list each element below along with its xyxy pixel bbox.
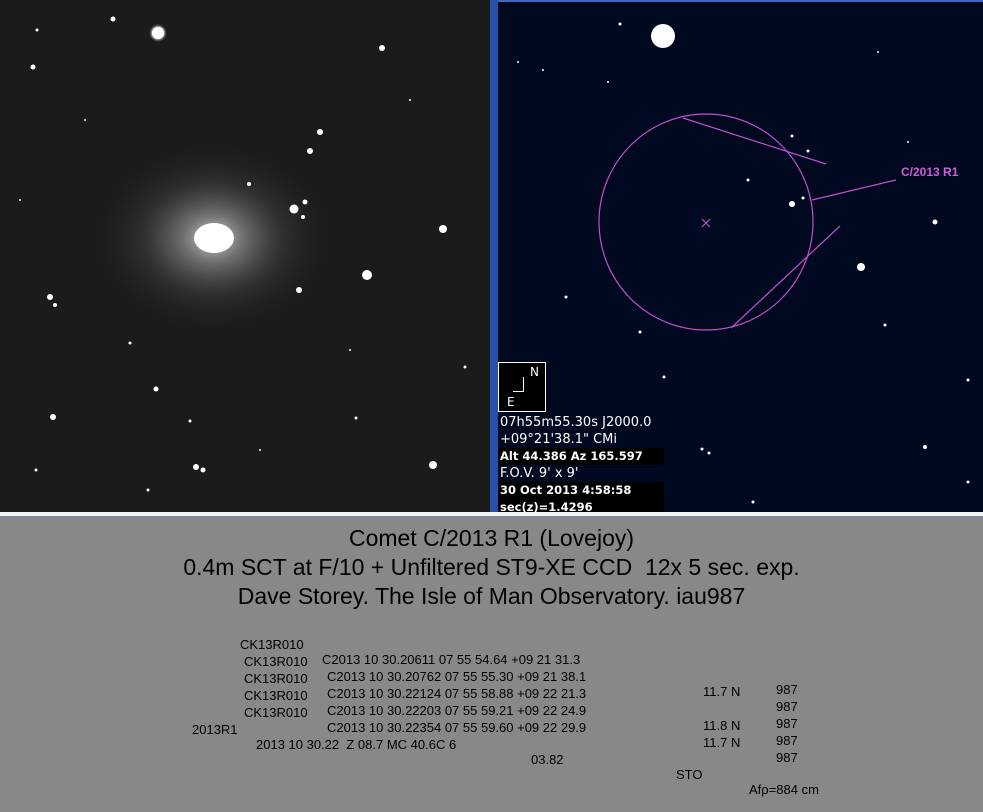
- compass-north-arm: [523, 377, 524, 391]
- compass-east-arm: [513, 391, 524, 392]
- comet-nucleus: [194, 223, 234, 253]
- comet-marker: [598, 113, 897, 331]
- info-datetime: 30 Oct 2013 4:58:58: [498, 482, 664, 499]
- observation-row: CK13R010 C2013 10 30.22203 07 55 59.21 +…: [0, 673, 983, 748]
- icq-code: STO: [676, 767, 703, 782]
- caption-observer: Dave Storey. The Isle of Man Observatory…: [237, 583, 746, 609]
- observation-row: CK13R010 C2013 10 30.22124 07 55 58.88 +…: [0, 656, 983, 731]
- info-airmass: sec(z)=1.4296: [498, 499, 664, 512]
- info-dec: +09°21'38.1" CMi: [500, 432, 618, 447]
- observation-row: CK13R010 C2013 10 30.20762 07 55 55.30 +…: [0, 639, 983, 714]
- chart-info-panel: 07h55m55.30s J2000.0 +09°21'38.1" CMi Al…: [498, 414, 664, 512]
- observation-row: CK13R010 C2013 10 30.22354 07 55 59.60 +…: [0, 690, 983, 765]
- obs-observatory: 987: [776, 750, 798, 765]
- icq-value: 03.82: [531, 752, 564, 767]
- info-ra: 07h55m55.30s J2000.0: [500, 415, 652, 430]
- icq-row: 2013R1 2013 10 30.22 Z 08.7 MC 40.6C 6 0…: [0, 707, 983, 797]
- ccd-star-field: [19, 16, 467, 492]
- icq-record: 2013 10 30.22 Z 08.7 MC 40.6C 6: [256, 737, 457, 752]
- sky-chart: C/2013 R1 N E 07h55m55.30s J2000.0 +09°2…: [498, 0, 983, 512]
- info-altaz: Alt 44.386 Az 165.597: [498, 448, 664, 465]
- observation-row: CK13R010 C2013 10 30.20611 07 55 54.64 +…: [0, 622, 983, 697]
- panel-divider: [490, 0, 498, 516]
- compass-north-label: N: [530, 365, 539, 379]
- compass-east-label: E: [507, 395, 515, 409]
- icq-id: 2013R1: [192, 722, 238, 737]
- caption: Comet C/2013 R1 (Lovejoy) 0.4m SCT at F/…: [0, 524, 983, 611]
- obs-magnitude: 11.7 N: [703, 735, 741, 750]
- comet-label: C/2013 R1: [901, 165, 959, 179]
- compass-rose: N E: [498, 362, 546, 412]
- icq-afp: Afρ=884 cm: [749, 782, 819, 797]
- caption-title: Comet C/2013 R1 (Lovejoy): [348, 525, 635, 551]
- ccd-image: [0, 0, 490, 512]
- caption-equipment: 0.4m SCT at F/10 + Unfiltered ST9-XE CCD…: [183, 554, 800, 580]
- obs-observatory: 987: [776, 733, 798, 748]
- panel-bottom-border: [0, 512, 983, 517]
- info-fov: F.O.V. 9' x 9': [500, 466, 579, 481]
